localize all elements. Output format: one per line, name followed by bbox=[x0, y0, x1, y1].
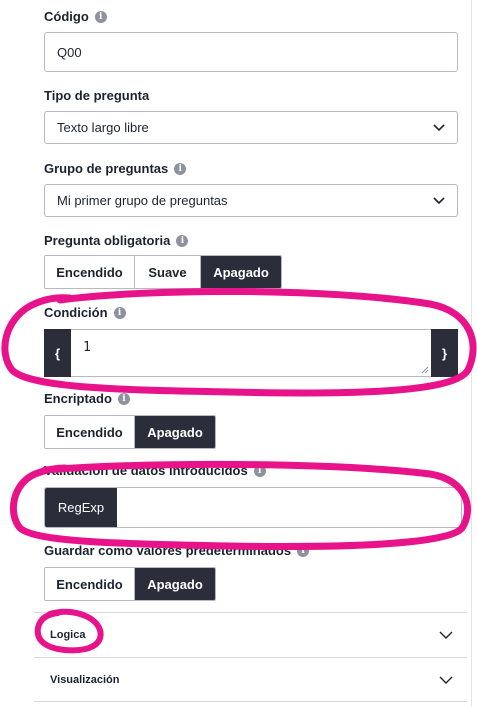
predeterminados-encendido-button[interactable]: Encendido bbox=[45, 568, 135, 600]
info-icon[interactable]: i bbox=[113, 306, 126, 319]
encriptado-toggle: Encendido Apagado bbox=[44, 415, 216, 449]
info-icon[interactable]: i bbox=[297, 544, 310, 557]
open-brace: { bbox=[44, 329, 71, 377]
codigo-input[interactable]: Q00 bbox=[44, 32, 458, 72]
obligatoria-encendido-button[interactable]: Encendido bbox=[45, 256, 135, 288]
encriptado-label: Encriptado i bbox=[44, 391, 130, 406]
condicion-field: { 1 } bbox=[44, 329, 458, 377]
condicion-label: Condición i bbox=[44, 305, 126, 320]
obligatoria-suave-button[interactable]: Suave bbox=[135, 256, 201, 288]
obligatoria-apagado-button[interactable]: Apagado bbox=[201, 256, 281, 288]
close-brace: } bbox=[431, 329, 458, 377]
section-logica[interactable]: Logica bbox=[34, 612, 467, 657]
predeterminados-toggle: Encendido Apagado bbox=[44, 567, 216, 601]
codigo-label: Código i bbox=[44, 9, 107, 24]
tipo-label: Tipo de pregunta bbox=[44, 88, 150, 103]
predeterminados-label: Guardar como valores predeterminados i bbox=[44, 543, 310, 558]
chevron-down-icon bbox=[433, 196, 445, 204]
obligatoria-label: Pregunta obligatoria i bbox=[44, 233, 189, 248]
validacion-field: RegExp bbox=[44, 487, 462, 528]
condicion-textarea[interactable]: 1 bbox=[71, 329, 431, 377]
resize-handle-icon[interactable] bbox=[421, 366, 429, 374]
chevron-down-icon bbox=[439, 631, 453, 639]
info-icon[interactable]: i bbox=[176, 234, 189, 247]
info-icon[interactable]: i bbox=[253, 464, 266, 477]
predeterminados-apagado-button[interactable]: Apagado bbox=[135, 568, 215, 600]
info-icon[interactable]: i bbox=[94, 10, 107, 23]
panel-divider bbox=[471, 0, 472, 707]
section-visualizacion[interactable]: Visualización bbox=[34, 657, 467, 702]
validacion-input[interactable] bbox=[117, 488, 461, 527]
regexp-tag: RegExp bbox=[45, 488, 117, 527]
grupo-select[interactable]: Mi primer grupo de preguntas bbox=[44, 184, 458, 217]
info-icon[interactable]: i bbox=[174, 162, 187, 175]
grupo-label: Grupo de preguntas i bbox=[44, 161, 187, 176]
tipo-select[interactable]: Texto largo libre bbox=[44, 111, 458, 144]
chevron-down-icon bbox=[433, 123, 445, 131]
encriptado-encendido-button[interactable]: Encendido bbox=[45, 416, 135, 448]
validacion-label: Validación de datos introducidos i bbox=[44, 463, 266, 478]
info-icon[interactable]: i bbox=[117, 392, 130, 405]
chevron-down-icon bbox=[439, 676, 453, 684]
section-divider bbox=[34, 701, 467, 702]
obligatoria-toggle: Encendido Suave Apagado bbox=[44, 255, 282, 289]
encriptado-apagado-button[interactable]: Apagado bbox=[135, 416, 215, 448]
